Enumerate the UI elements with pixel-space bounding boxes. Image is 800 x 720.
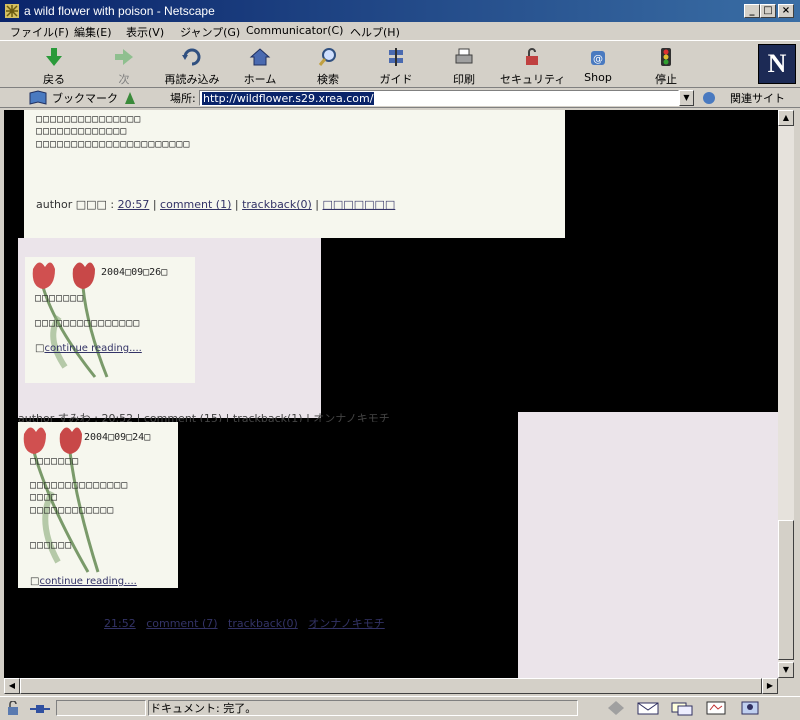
related-sites-icon	[703, 92, 715, 104]
status-text: ドキュメント: 完了。	[150, 702, 257, 715]
scroll-up-button[interactable]: ▲	[778, 110, 794, 126]
menu-file[interactable]: ファイル(F)	[10, 24, 69, 40]
category-link[interactable]: オンナノキモチ	[308, 617, 384, 630]
shop-button[interactable]: @ Shop	[568, 43, 628, 87]
netscape-app-icon	[5, 4, 19, 18]
post-author: author □□□ :	[36, 198, 115, 211]
post-meta: author すみわ : 20:52 | comment (15) | trac…	[18, 412, 390, 422]
post-meta: author □□□ : 20:57 | comment (1) | track…	[36, 198, 396, 211]
continue-reading[interactable]: □continue reading....	[35, 343, 142, 354]
post-text-line: □□□□□□	[30, 540, 73, 551]
menu-bar: ファイル(F) 編集(E) 表示(V) ジャンプ(G) Communicator…	[0, 22, 800, 40]
shop-icon: @	[591, 51, 605, 65]
home-button[interactable]: ホーム	[230, 43, 290, 87]
post-text-line: □□□□□□□□□□□□□□	[30, 480, 129, 491]
window-title: a wild flower with poison - Netscape	[24, 4, 215, 18]
title-bar[interactable]: a wild flower with poison - Netscape _ □…	[0, 0, 800, 22]
minimize-button[interactable]: _	[744, 4, 760, 18]
forward-arrow-icon	[115, 49, 133, 65]
related-sites-label[interactable]: 関連サイト	[730, 90, 785, 106]
status-bar	[0, 696, 800, 720]
back-button[interactable]: 戻る	[24, 43, 84, 87]
navigation-toolbar: 戻る 次 再読み込み ホーム 検索 ガイド 印刷 セキュリティ @ Shop 停…	[0, 40, 800, 88]
menu-communicator[interactable]: Communicator(C)	[246, 24, 343, 37]
component-bar-icon-1[interactable]	[606, 700, 626, 716]
guide-icon	[389, 48, 403, 66]
post-date: 2004□09□26□	[101, 267, 168, 278]
clipped-meta-line: author すみわ : 20:52 | comment (15) | trac…	[18, 410, 573, 422]
post-text-line: □□□□□□□	[35, 293, 85, 304]
post-meta-3: 21:52 comment (7) trackback(0) オンナノキモチ	[104, 615, 385, 631]
url-dropdown-button[interactable]: ▼	[679, 90, 694, 106]
page-proxy-icon[interactable]	[122, 90, 138, 106]
post-time-link[interactable]: 20:57	[118, 198, 150, 211]
vertical-scrollbar[interactable]: ▲ ▼	[778, 110, 794, 678]
close-button[interactable]: ×	[778, 4, 794, 18]
category-link[interactable]: □□□□□□□	[323, 198, 396, 211]
netscape-logo[interactable]: N	[758, 44, 796, 84]
post-text-line: □□□□□□□□□□□□□□□□□□□□□□	[36, 139, 191, 150]
mail-icon[interactable]	[636, 700, 660, 716]
composer-icon[interactable]	[704, 700, 728, 716]
scroll-right-button[interactable]: ▶	[762, 678, 778, 694]
forward-button[interactable]: 次	[94, 43, 154, 87]
svg-text:@: @	[593, 54, 603, 65]
post-text-line: □□□□□□□□□□□□	[30, 505, 115, 516]
sidebar-panel-2	[518, 412, 778, 678]
discussion-icon[interactable]	[670, 700, 694, 716]
search-button[interactable]: 検索	[298, 43, 358, 87]
vertical-scroll-thumb[interactable]	[778, 520, 794, 660]
post-date: 2004□09□24□	[84, 432, 151, 443]
url-text: http://wildflower.s29.xrea.com/	[202, 92, 375, 105]
security-lock-icon	[526, 48, 538, 65]
home-icon	[249, 48, 271, 66]
maximize-button[interactable]: □	[760, 4, 776, 18]
post-text-line: □□□□□□□	[30, 456, 80, 467]
guide-button[interactable]: ガイド	[366, 43, 426, 87]
post-entry-2: 2004□09□26□ □□□□□□□ □□□□□□□□□□□□□□□ □con…	[25, 257, 195, 383]
search-icon	[318, 48, 336, 66]
security-button[interactable]: セキュリティ	[500, 43, 565, 87]
trackback-link[interactable]: trackback(0)	[228, 617, 298, 630]
menu-edit[interactable]: 編集(E)	[74, 24, 112, 40]
stop-button[interactable]: 停止	[636, 43, 696, 87]
trackback-link[interactable]: trackback(0)	[242, 198, 312, 211]
menu-go[interactable]: ジャンプ(G)	[180, 24, 240, 40]
continue-reading[interactable]: □continue reading....	[30, 576, 137, 587]
horizontal-scrollbar[interactable]: ◀ ▶	[4, 678, 778, 694]
address-book-icon[interactable]	[738, 700, 762, 716]
post-text-line: □□□□□□□□□□□□□	[36, 126, 128, 137]
menu-view[interactable]: 表示(V)	[126, 24, 164, 40]
bookmark-label[interactable]: ブックマーク	[52, 90, 118, 106]
stop-icon	[661, 48, 671, 66]
reload-button[interactable]: 再読み込み	[160, 43, 224, 87]
post-text-line: □□□□	[30, 492, 59, 503]
connection-status-icon	[30, 705, 50, 713]
progress-bar	[56, 700, 146, 716]
comment-link[interactable]: comment (1)	[160, 198, 231, 211]
location-label: 場所:	[170, 92, 196, 105]
post-text-line: □□□□□□□□□□□□□□□	[35, 318, 141, 329]
menu-help[interactable]: ヘルプ(H)	[350, 24, 400, 40]
url-input[interactable]: http://wildflower.s29.xrea.com/	[199, 90, 679, 106]
comment-link[interactable]: comment (7)	[146, 617, 217, 630]
back-arrow-icon	[46, 48, 62, 66]
scroll-down-button[interactable]: ▼	[778, 662, 794, 678]
print-button[interactable]: 印刷	[434, 43, 494, 87]
page-content: □□□□□□□□□□□□□□□ □□□□□□□□□□□□□ □□□□□□□□□□…	[4, 110, 778, 678]
reload-icon	[182, 48, 201, 66]
horizontal-scroll-thumb[interactable]	[20, 678, 762, 694]
scroll-left-button[interactable]: ◀	[4, 678, 20, 694]
post-time-link[interactable]: 21:52	[104, 617, 136, 630]
post-entry-1: □□□□□□□□□□□□□□□ □□□□□□□□□□□□□ □□□□□□□□□□…	[24, 110, 565, 238]
security-status-icon[interactable]	[4, 701, 26, 717]
bookmark-icon	[29, 90, 47, 105]
print-icon	[455, 48, 473, 64]
post-text-line: □□□□□□□□□□□□□□□	[36, 114, 142, 125]
post-entry-3: 2004□09□24□ □□□□□□□ □□□□□□□□□□□□□□ □□□□ …	[18, 422, 178, 588]
